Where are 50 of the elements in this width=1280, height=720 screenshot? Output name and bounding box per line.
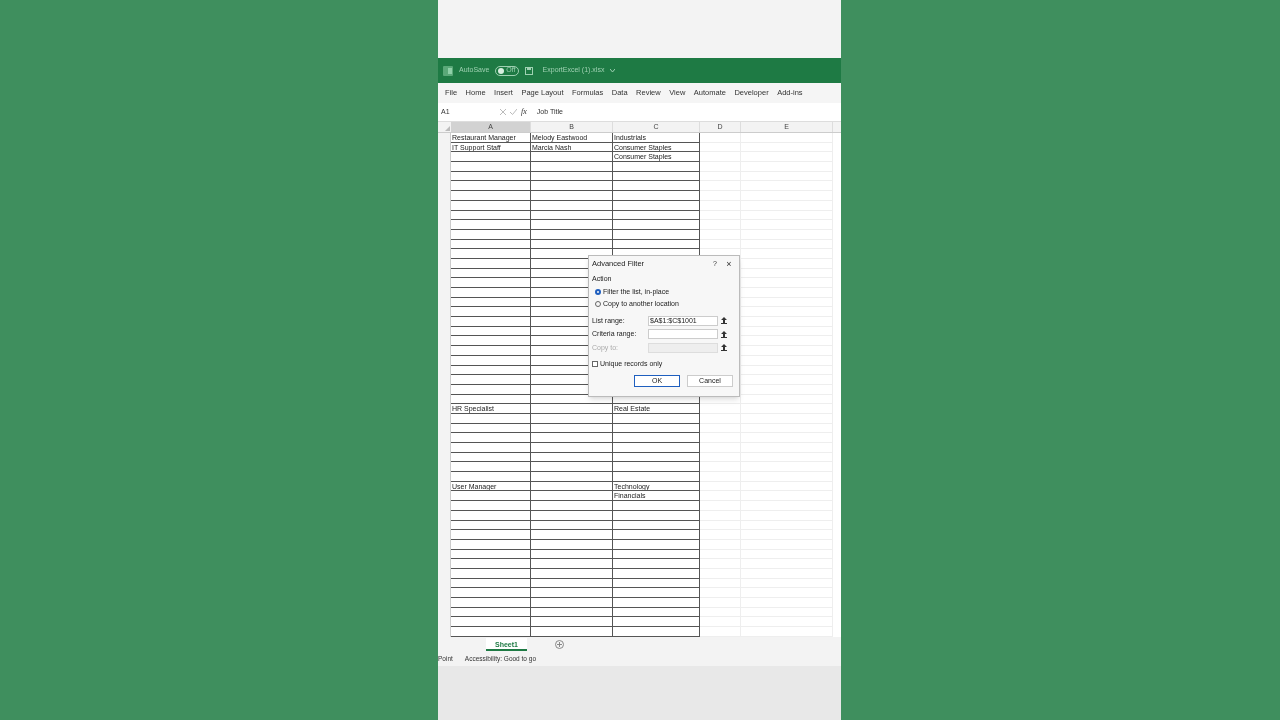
table-cell: [700, 152, 741, 163]
chevron-down-icon[interactable]: [610, 69, 616, 72]
table-cell: [700, 578, 741, 589]
table-cell: [700, 510, 741, 521]
table-cell: [700, 142, 741, 153]
table-cell: [700, 433, 741, 443]
checkbox[interactable]: [592, 361, 598, 368]
select-all-icon[interactable]: [445, 126, 450, 131]
table-cell: [700, 452, 741, 463]
table-cell: [700, 423, 741, 434]
table-cell: [700, 549, 741, 560]
table-cell: [700, 530, 741, 540]
table-cell: [700, 162, 741, 172]
table-cell: [700, 220, 741, 230]
table-cell: [700, 491, 741, 502]
table-cell: [700, 181, 741, 192]
table-cell: [700, 501, 741, 511]
add-sheet-icon[interactable]: [554, 640, 564, 649]
range-field[interactable]: [648, 329, 718, 340]
table-cell: [700, 200, 741, 211]
row-header[interactable]: [438, 133, 451, 143]
table-cell: [700, 588, 741, 598]
radio-button[interactable]: [595, 288, 601, 295]
table-cell: [700, 472, 741, 482]
table-cell: [700, 404, 741, 414]
table-cell: [700, 210, 741, 221]
insert-function-button[interactable]: fx: [521, 106, 527, 118]
collapse-dialog-icon[interactable]: [721, 317, 727, 325]
table-cell: [700, 462, 741, 473]
table-cell: [700, 413, 741, 424]
table-cell: [700, 171, 741, 182]
table-cell: [700, 568, 741, 579]
table-cell: [700, 191, 741, 201]
collapse-dialog-icon[interactable]: [721, 344, 727, 352]
collapse-dialog-icon[interactable]: [721, 330, 727, 338]
check-icon[interactable]: [510, 109, 517, 115]
save-icon[interactable]: [524, 66, 533, 75]
table-cell: [700, 617, 741, 628]
table-cell: [700, 607, 741, 618]
table-cell: [700, 539, 741, 550]
table-cell: [700, 598, 741, 608]
excel-logo-icon: [443, 65, 453, 76]
cancel-icon[interactable]: [500, 109, 506, 115]
table-cell: [700, 229, 741, 240]
range-field[interactable]: [648, 342, 718, 353]
table-cell: [700, 520, 741, 531]
close-button[interactable]: ×: [722, 259, 736, 269]
table-cell: [700, 481, 741, 492]
table-cell: [700, 443, 741, 453]
table-cell: [700, 559, 741, 569]
